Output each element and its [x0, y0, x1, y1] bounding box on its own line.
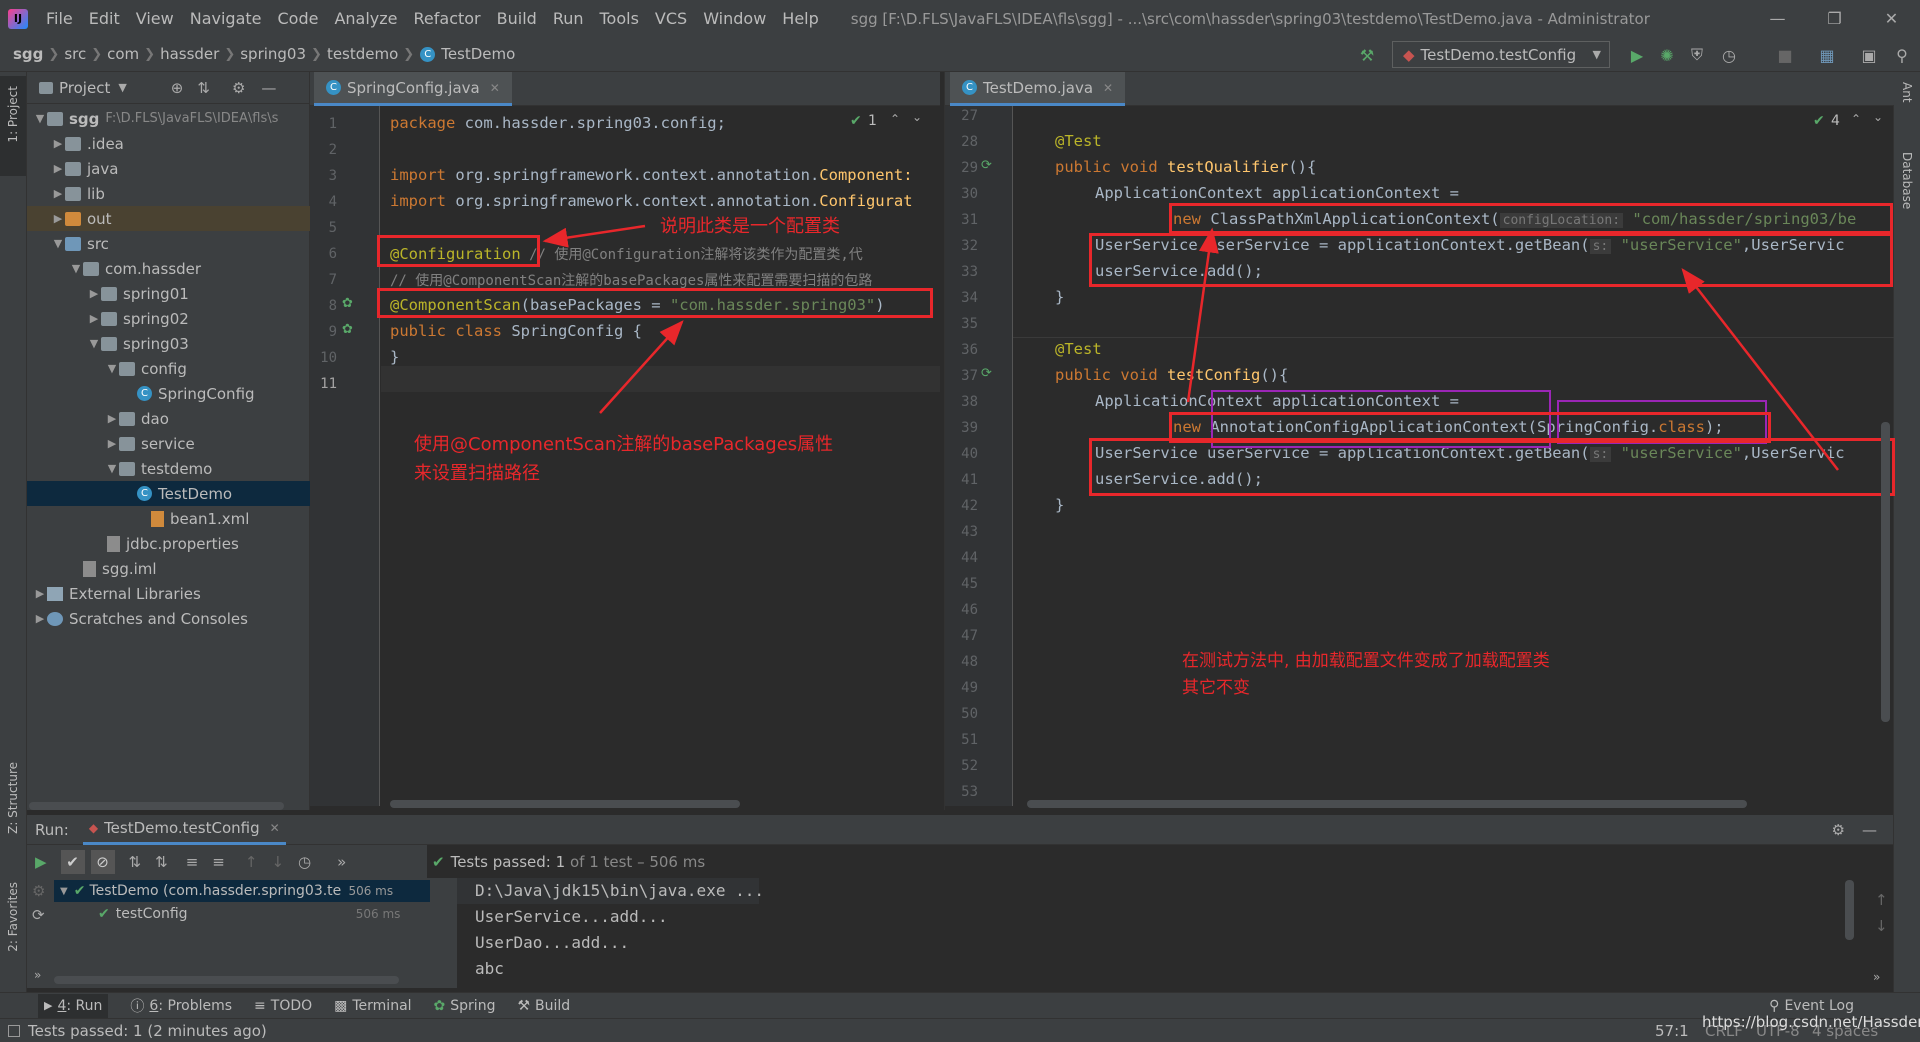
expand-all-icon[interactable]: ≡ [186, 853, 199, 871]
tool-tab-run[interactable]: ▶ 4: Run [38, 993, 109, 1018]
bottom-tool-tabs: ▶ 4: Run ⓘ 6: Problems ≡ TODO ▩ Terminal ✿ Sp… [0, 992, 1920, 1018]
status-toggle-icon[interactable] [8, 1024, 20, 1037]
config-icon: ◆ [88, 821, 99, 835]
tool-tab-spring[interactable]: ✿ Spring [434, 998, 496, 1014]
test-status: ✔ Tests passed: 1 of 1 test – 506 ms [432, 845, 705, 878]
horizontal-scrollbar[interactable] [54, 976, 399, 984]
previous-test-icon[interactable]: ↑ [245, 853, 258, 871]
run-tab-label: TestDemo.testConfig [104, 819, 260, 837]
run-tab[interactable]: ◆ TestDemo.testConfig ✕ [82, 815, 286, 845]
refresh-icon[interactable]: ⟳ [32, 906, 45, 924]
tool-tab-key: 4 [57, 997, 67, 1014]
sort-duration-icon[interactable]: ⇅ [155, 853, 168, 871]
tool-tab-key: 6 [149, 997, 159, 1014]
terminal-icon: ▩ [334, 997, 348, 1014]
tool-tab-problems[interactable]: ⓘ 6: Problems [130, 996, 232, 1016]
tool-tab-label: Terminal [352, 997, 412, 1014]
tool-tab-label: Spring [450, 997, 496, 1014]
test-suite-label: TestDemo (com.hassder.spring03.te [89, 883, 342, 899]
test-status-count: 1 [555, 852, 566, 871]
passed-icon: ✔ [73, 883, 86, 899]
run-panel-header: Run: ◆ TestDemo.testConfig ✕ ⚙ — [27, 815, 1893, 845]
run-side-toolbar: ⚙ ⟳ » [27, 878, 54, 988]
run-icon: ▶ [44, 999, 53, 1012]
history-icon[interactable]: ◷ [298, 853, 311, 871]
tool-tab-label: Build [535, 997, 571, 1014]
test-duration: 506 ms [355, 907, 401, 921]
test-status-prefix: Tests passed: [450, 852, 551, 871]
more-icon[interactable]: » [337, 853, 346, 871]
expand-arrow-icon: ▼ [60, 885, 68, 897]
test-duration: 506 ms [348, 884, 394, 898]
test-status-suffix: of 1 test – 506 ms [569, 852, 706, 871]
test-suite-row[interactable]: ▼ ✔ TestDemo (com.hassder.spring03.te 50… [54, 880, 430, 902]
spring-icon: ✿ [433, 997, 446, 1014]
run-panel: Run: ◆ TestDemo.testConfig ✕ ⚙ — ▶ ✔ ⊘ ⇅… [27, 815, 1893, 992]
console-line: abc [475, 959, 504, 978]
status-bar: Tests passed: 1 (2 minutes ago) 57:1 CRL… [0, 1013, 1920, 1042]
status-message[interactable]: Tests passed: 1 (2 minutes ago) [28, 1022, 267, 1040]
tool-tab-label: Event Log [1784, 997, 1854, 1014]
tool-tab-label: TODO [270, 997, 313, 1014]
arrow-line [542, 224, 646, 248]
test-case-label: testConfig [115, 906, 188, 922]
problems-icon: ⓘ [130, 998, 145, 1015]
scroll-up-icon[interactable]: ↑ [1875, 891, 1888, 909]
pin-icon[interactable]: ⚙ [32, 882, 45, 900]
more-icon[interactable]: » [1873, 970, 1880, 984]
tool-tab-label: : Run [66, 997, 103, 1014]
tool-tab-build[interactable]: ⚒ Build [517, 998, 570, 1014]
console-line: UserService...add... [475, 907, 668, 926]
vertical-scrollbar[interactable] [1845, 880, 1854, 940]
console-line: UserDao...add... [475, 933, 630, 952]
arrow-line [1186, 227, 1219, 403]
scroll-down-icon[interactable]: ↓ [1875, 917, 1888, 935]
event-log-icon: ⚲ [1769, 997, 1780, 1014]
arrow-line [599, 320, 684, 414]
build-icon: ⚒ [517, 997, 531, 1014]
collapse-all-icon[interactable]: ≡ [212, 853, 225, 871]
rerun-icon[interactable]: ▶ [35, 853, 47, 871]
passed-icon: ✔ [98, 906, 110, 922]
console-output[interactable]: D:\Java\jdk15\bin\java.exe ... UserServi… [457, 878, 1862, 988]
gear-icon[interactable]: ⚙ [1832, 821, 1845, 839]
passed-icon: ✔ [432, 852, 445, 871]
show-ignored-icon[interactable]: ⊘ [90, 849, 115, 874]
run-label: Run: [35, 820, 69, 839]
caret-position[interactable]: 57:1 [1655, 1022, 1689, 1040]
more-icon[interactable]: » [34, 968, 41, 982]
console-line: D:\Java\jdk15\bin\java.exe ... [475, 881, 764, 900]
todo-icon: ≡ [254, 997, 266, 1014]
watermark-text: https://blog.csdn.net/Hassder [1702, 1013, 1920, 1031]
sort-alpha-icon[interactable]: ⇅ [129, 853, 142, 871]
tool-tab-todo[interactable]: ≡ TODO [254, 998, 312, 1014]
next-test-icon[interactable]: ↓ [271, 853, 284, 871]
hide-icon[interactable]: — [1862, 821, 1877, 839]
tool-tab-event-log[interactable]: ⚲ Event Log [1769, 998, 1854, 1014]
run-toolbar: ▶ ✔ ⊘ ⇅ ⇅ ≡ ≡ ↑ ↓ ◷ » [27, 845, 427, 878]
show-passed-icon[interactable]: ✔ [60, 849, 85, 874]
test-case-row[interactable]: ✔ testConfig 506 ms [54, 903, 430, 925]
tool-tab-label: : Problems [158, 997, 233, 1014]
tool-tab-terminal[interactable]: ▩ Terminal [334, 998, 411, 1014]
arrow-line [1681, 268, 1839, 471]
test-results-tree: ▼ ✔ TestDemo (com.hassder.spring03.te 50… [54, 878, 457, 988]
close-tab-icon[interactable]: ✕ [270, 821, 280, 835]
